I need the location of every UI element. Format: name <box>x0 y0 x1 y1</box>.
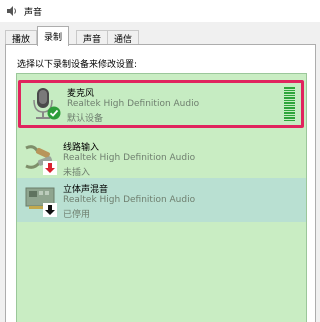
recording-panel: 选择以下录制设备来修改设置: 麦克风 Realtek High Definiti… <box>5 44 316 322</box>
tab-sounds[interactable]: 声音 <box>76 30 109 45</box>
device-driver: Realtek High Definition Audio <box>63 153 196 163</box>
instruction-text: 选择以下录制设备来修改设置: <box>17 60 138 70</box>
microphone-icon <box>28 86 62 122</box>
tab-label: 通信 <box>114 34 133 45</box>
green-check-icon <box>47 106 61 123</box>
speaker-icon <box>6 5 18 17</box>
device-driver: Realtek High Definition Audio <box>67 99 200 109</box>
tab-label: 声音 <box>83 34 102 45</box>
tab-playback[interactable]: 播放 <box>5 30 38 45</box>
black-down-arrow-icon <box>43 203 57 220</box>
device-status: 默认设备 <box>67 114 104 124</box>
red-down-arrow-icon <box>43 161 57 178</box>
level-meter <box>284 87 295 121</box>
device-status: 未插入 <box>63 168 91 178</box>
device-list[interactable]: 麦克风 Realtek High Definition Audio 默认设备 线… <box>16 73 307 322</box>
device-microphone[interactable]: 麦克风 Realtek High Definition Audio 默认设备 <box>18 80 304 128</box>
device-name: 线路输入 <box>63 143 100 153</box>
device-name: 立体声混音 <box>63 185 109 195</box>
window-title: 声音 <box>24 7 43 18</box>
sound-card-icon <box>24 182 58 218</box>
tab-recording[interactable]: 录制 <box>37 26 70 46</box>
tab-communications[interactable]: 通信 <box>107 30 140 45</box>
tab-label: 录制 <box>44 33 63 43</box>
title-bar: 声音 <box>0 0 320 22</box>
tab-strip: 播放 录制 声音 通信 <box>0 26 320 46</box>
line-in-cable-icon <box>24 140 58 176</box>
device-status: 已停用 <box>63 210 91 220</box>
tab-label: 播放 <box>12 34 31 45</box>
device-line-in[interactable]: 线路输入 Realtek High Definition Audio 未插入 <box>17 136 306 180</box>
device-stereo-mix[interactable]: 立体声混音 Realtek High Definition Audio 已停用 <box>17 178 306 222</box>
device-driver: Realtek High Definition Audio <box>63 195 196 205</box>
device-name: 麦克风 <box>67 89 95 99</box>
